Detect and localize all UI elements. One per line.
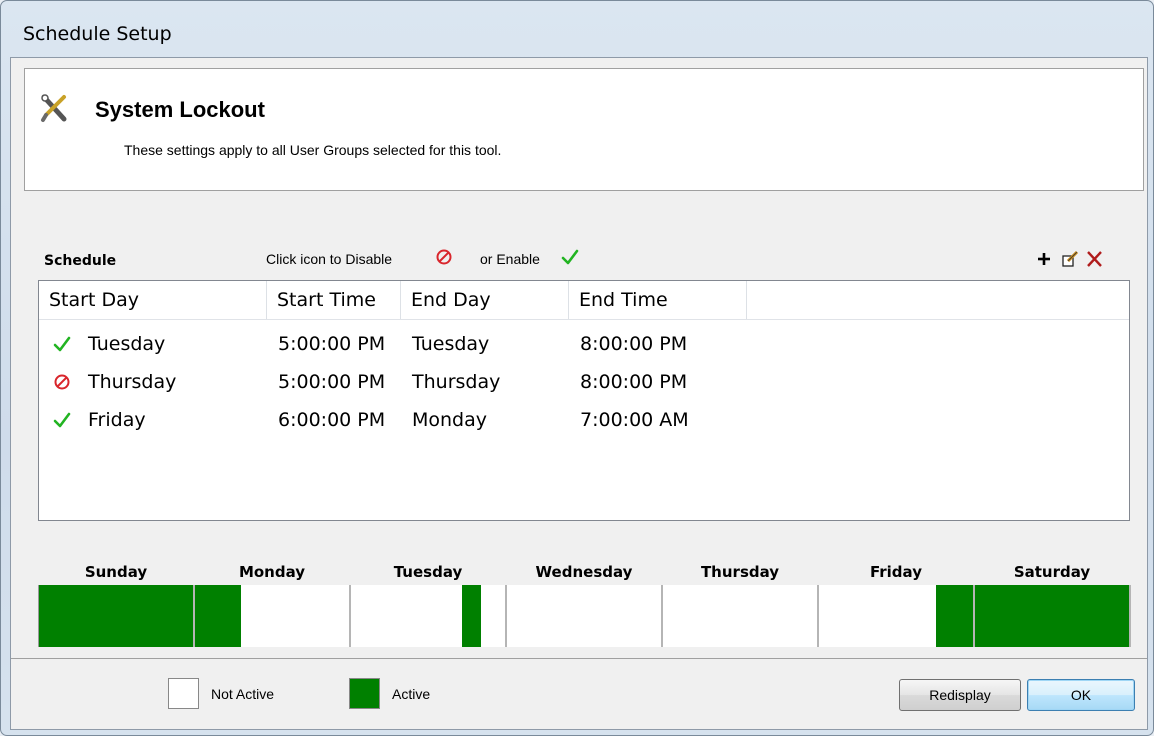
- disable-icon: [436, 249, 452, 265]
- column-header-start-day[interactable]: Start Day: [39, 281, 267, 319]
- start-day-cell: Friday: [88, 409, 146, 431]
- window-title: Schedule Setup: [23, 23, 172, 45]
- hint-enable-text: or Enable: [480, 251, 540, 267]
- start-time-cell: 6:00:00 PM: [278, 409, 386, 431]
- schedule-table: Start Day Start Time End Day End Time Tu…: [38, 280, 1130, 521]
- column-header-end-day[interactable]: End Day: [401, 281, 569, 319]
- delete-icon[interactable]: [1084, 249, 1104, 269]
- hint-disable-text: Click icon to Disable: [266, 251, 393, 267]
- not-active-label: Not Active: [211, 686, 275, 702]
- disabled-icon[interactable]: [53, 373, 71, 391]
- active-swatch: [349, 678, 380, 709]
- header-panel: System Lockout These settings apply to a…: [24, 68, 1144, 191]
- day-cell-thursday: [663, 585, 819, 647]
- active-label: Active: [392, 686, 431, 702]
- active-period: [39, 585, 193, 647]
- day-label-sunday: Sunday: [84, 563, 148, 581]
- schedule-label: Schedule: [44, 253, 117, 269]
- day-label-tuesday: Tuesday: [393, 563, 463, 581]
- end-day-cell: Thursday: [412, 371, 501, 393]
- day-cell-monday: [195, 585, 351, 647]
- ok-button[interactable]: OK: [1027, 679, 1135, 711]
- not-active-swatch: [168, 678, 199, 709]
- table-row[interactable]: Thursday 5:00:00 PM Thursday 8:00:00 PM: [39, 363, 1129, 401]
- day-cell-wednesday: [507, 585, 663, 647]
- start-time-cell: 5:00:00 PM: [278, 371, 386, 393]
- weekly-activity-bar: [38, 585, 1131, 647]
- footer-divider: [11, 658, 1147, 659]
- add-icon[interactable]: [1034, 249, 1054, 269]
- end-day-cell: Tuesday: [412, 333, 490, 355]
- enable-check-icon: [561, 249, 579, 265]
- active-period: [975, 585, 1129, 647]
- header-subtitle: These settings apply to all User Groups …: [124, 142, 502, 158]
- schedule-setup-dialog: Schedule Setup System Lockout These sett…: [0, 0, 1154, 736]
- day-label-thursday: Thursday: [700, 563, 780, 581]
- table-header: Start Day Start Time End Day End Time: [39, 281, 1129, 320]
- start-time-cell: 5:00:00 PM: [278, 333, 386, 355]
- start-day-cell: Thursday: [88, 371, 177, 393]
- day-label-monday: Monday: [238, 563, 306, 581]
- dialog-client-area: System Lockout These settings apply to a…: [10, 57, 1148, 730]
- active-period: [195, 585, 241, 647]
- column-header-end-time[interactable]: End Time: [569, 281, 747, 319]
- day-label-saturday: Saturday: [1013, 563, 1091, 581]
- end-time-cell: 8:00:00 PM: [580, 333, 688, 355]
- table-row[interactable]: Tuesday 5:00:00 PM Tuesday 8:00:00 PM: [39, 325, 1129, 363]
- day-cell-sunday: [39, 585, 195, 647]
- start-day-cell: Tuesday: [88, 333, 166, 355]
- enabled-check-icon[interactable]: [53, 411, 71, 429]
- day-cell-saturday: [975, 585, 1131, 647]
- column-header-start-time[interactable]: Start Time: [267, 281, 401, 319]
- end-time-cell: 7:00:00 AM: [580, 409, 689, 431]
- edit-icon[interactable]: [1060, 249, 1080, 269]
- page-title: System Lockout: [95, 97, 265, 122]
- enabled-check-icon[interactable]: [53, 335, 71, 353]
- day-cell-tuesday: [351, 585, 507, 647]
- day-label-wednesday: Wednesday: [535, 563, 633, 581]
- day-cell-friday: [819, 585, 975, 647]
- redisplay-button[interactable]: Redisplay: [899, 679, 1021, 711]
- day-label-friday: Friday: [869, 563, 922, 581]
- table-row[interactable]: Friday 6:00:00 PM Monday 7:00:00 AM: [39, 401, 1129, 439]
- tools-icon: [41, 94, 67, 122]
- active-period: [461, 585, 481, 647]
- active-period: [936, 585, 973, 647]
- end-time-cell: 8:00:00 PM: [580, 371, 688, 393]
- end-day-cell: Monday: [412, 409, 488, 431]
